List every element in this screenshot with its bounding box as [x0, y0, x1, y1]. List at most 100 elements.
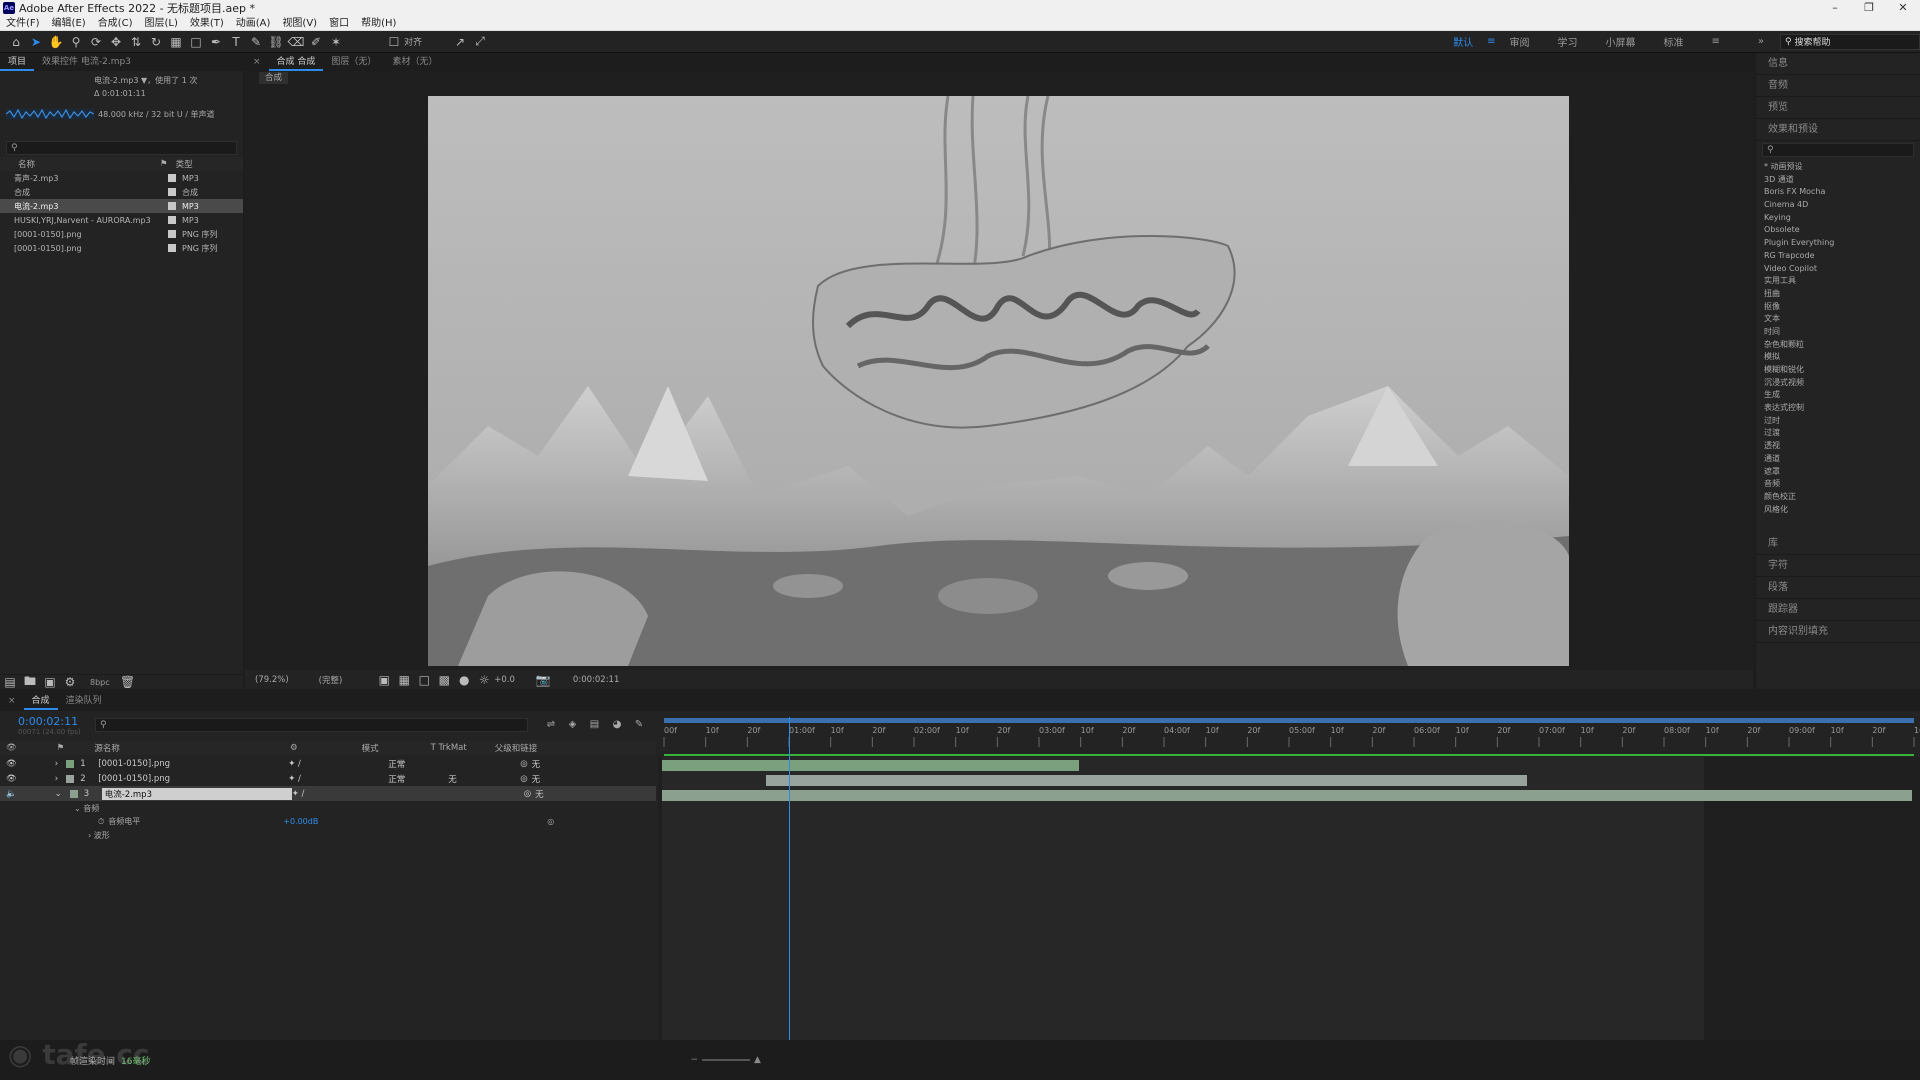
- parent-pickwhip-icon[interactable]: ◎: [524, 789, 531, 799]
- effect-category[interactable]: 通道: [1756, 453, 1920, 466]
- effect-category[interactable]: 3D 通道: [1756, 174, 1920, 187]
- effect-category[interactable]: Obsolete: [1756, 224, 1920, 237]
- tab-layer[interactable]: 图层（无）: [323, 53, 384, 71]
- viewer-timecode[interactable]: 0:00:02:11: [573, 675, 619, 685]
- motion-blur-icon[interactable]: ◕: [613, 719, 622, 730]
- more-workspaces-icon[interactable]: »: [1758, 36, 1764, 47]
- clone-stamp-tool-icon[interactable]: ⛓: [268, 34, 284, 50]
- property-value[interactable]: +0.00dB: [283, 817, 547, 826]
- column-name-header[interactable]: 名称: [18, 158, 158, 170]
- parent-pickwhip-icon[interactable]: ◎: [520, 774, 527, 784]
- layer-duration-bar[interactable]: [766, 775, 1527, 786]
- resolution-dropdown[interactable]: (完整): [319, 674, 343, 686]
- property-row-audio-levels[interactable]: ⏱ 音频电平 +0.00dB ◎: [98, 816, 554, 827]
- effect-category[interactable]: 杂色和颗粒: [1756, 339, 1920, 352]
- close-icon[interactable]: ✕: [1886, 0, 1920, 16]
- effect-category[interactable]: 表达式控制: [1756, 402, 1920, 415]
- new-composition-icon[interactable]: ▣: [42, 674, 58, 690]
- tab-project[interactable]: 项目: [0, 53, 35, 71]
- effect-category[interactable]: 时间: [1756, 326, 1920, 339]
- help-search-input[interactable]: ⚲ 搜索帮助: [1780, 33, 1920, 50]
- selection-tool-icon[interactable]: ➤: [28, 34, 44, 50]
- effect-category[interactable]: 风格化: [1756, 504, 1920, 517]
- layer-mode[interactable]: 正常: [388, 773, 448, 785]
- layer-name[interactable]: [0001-0150].png: [98, 774, 288, 784]
- time-ruler[interactable]: 00f 10f 20f 01:00f 10f 20f 02:00f 10f 20f 03:00f 1…: [658, 717, 1920, 757]
- layer-parent[interactable]: 无: [532, 758, 541, 770]
- roto-brush-tool-icon[interactable]: ✐: [308, 34, 324, 50]
- current-time-display[interactable]: 0:00:02:11: [18, 715, 78, 728]
- tab-close-icon[interactable]: ×: [245, 53, 269, 71]
- list-item[interactable]: [0001-0150].png PNG 序列: [0, 227, 243, 241]
- composition-canvas[interactable]: [428, 96, 1569, 666]
- restore-icon[interactable]: ❐: [1852, 0, 1886, 16]
- graph-editor-icon[interactable]: ✎: [635, 719, 643, 730]
- timeline-zoom-slider[interactable]: [702, 1059, 751, 1061]
- expand-icon[interactable]: ⤢: [472, 34, 488, 50]
- effect-category[interactable]: Video Copilot: [1756, 263, 1920, 276]
- column-source-name[interactable]: 源名称: [94, 742, 120, 754]
- timeline-search-input[interactable]: ⚲: [95, 718, 528, 732]
- rotate-tool-icon[interactable]: ↻: [148, 34, 164, 50]
- hand-tool-icon[interactable]: ✋: [48, 34, 64, 50]
- mask-icon[interactable]: □: [416, 672, 432, 688]
- zoom-in-icon[interactable]: ▲: [754, 1055, 761, 1065]
- layer-label-swatch[interactable]: [66, 759, 75, 768]
- panel-preview[interactable]: 预览: [1756, 97, 1920, 119]
- workspace-small-screen[interactable]: 小屏幕: [1605, 34, 1635, 49]
- layer-duration-bar[interactable]: [662, 760, 1079, 771]
- work-area-bar[interactable]: [664, 718, 1914, 723]
- workspace-review[interactable]: 审阅: [1509, 34, 1529, 49]
- menu-edit[interactable]: 编辑(E): [46, 16, 92, 31]
- layer-switches[interactable]: ✦ ∕: [292, 789, 392, 799]
- audio-speaker-icon[interactable]: 🔈: [6, 789, 17, 799]
- menu-effect[interactable]: 效果(T): [184, 16, 230, 31]
- tab-effect-controls[interactable]: 效果控件 电流-2.mp3: [34, 53, 139, 71]
- playhead[interactable]: [789, 717, 790, 1047]
- visibility-eye-icon[interactable]: 👁: [6, 774, 17, 784]
- layer-switches[interactable]: ✦ ∕: [288, 759, 388, 769]
- list-item[interactable]: 合成 合成: [0, 185, 243, 199]
- effect-category[interactable]: Plugin Everything: [1756, 237, 1920, 250]
- effect-category[interactable]: 扭曲: [1756, 288, 1920, 301]
- menu-file[interactable]: 文件(F): [0, 16, 46, 31]
- eraser-tool-icon[interactable]: ⌫: [288, 34, 305, 50]
- zoom-out-icon[interactable]: −: [690, 1055, 698, 1065]
- effect-category[interactable]: 文本: [1756, 313, 1920, 326]
- frame-blending-icon[interactable]: ▤: [590, 719, 599, 730]
- expand-arrow-icon[interactable]: ›: [55, 759, 58, 769]
- pan-behind-tool-icon[interactable]: ▦: [168, 34, 184, 50]
- layer-label-swatch[interactable]: [69, 789, 78, 798]
- layer-row[interactable]: 👁 › 2 [0001-0150].png ✦ ∕ 正常 无 ◎ 无: [0, 771, 656, 786]
- panel-paragraph[interactable]: 段落: [1756, 577, 1920, 599]
- minimize-icon[interactable]: –: [1818, 0, 1852, 16]
- list-item[interactable]: 青声-2.mp3 MP3: [0, 171, 243, 185]
- effect-category[interactable]: 过渡: [1756, 427, 1920, 440]
- workspace-standard[interactable]: 标准: [1663, 34, 1683, 49]
- workspace-default[interactable]: 默认: [1453, 34, 1473, 49]
- pan-tool-icon[interactable]: ✥: [108, 34, 124, 50]
- link-icon[interactable]: ◎: [547, 817, 554, 826]
- effects-search-input[interactable]: ⚲: [1762, 143, 1914, 157]
- grid-icon[interactable]: ▦: [396, 672, 412, 688]
- property-group-audio[interactable]: ⌄ 音频: [74, 803, 99, 814]
- list-item[interactable]: [0001-0150].png PNG 序列: [0, 241, 243, 255]
- effect-category[interactable]: 遮罩: [1756, 466, 1920, 479]
- new-folder-icon[interactable]: 🖿: [22, 674, 38, 690]
- expand-arrow-icon[interactable]: ⌄: [55, 789, 62, 799]
- timeline-track-area[interactable]: 00f 10f 20f 01:00f 10f 20f 02:00f 10f 20f 03:00f 1…: [658, 717, 1920, 1047]
- project-search-input[interactable]: ⚲: [6, 141, 237, 155]
- exposure-value[interactable]: +0.0: [494, 675, 515, 685]
- dolly-tool-icon[interactable]: ⇅: [128, 34, 144, 50]
- tab-timeline-comp[interactable]: 合成: [23, 692, 58, 710]
- effect-category[interactable]: Boris FX Mocha: [1756, 186, 1920, 199]
- effect-category[interactable]: Keying: [1756, 212, 1920, 225]
- brush-tool-icon[interactable]: ✎: [248, 34, 264, 50]
- effect-category[interactable]: 音频: [1756, 478, 1920, 491]
- effect-category[interactable]: 沉浸式视频: [1756, 377, 1920, 390]
- menu-view[interactable]: 视图(V): [276, 16, 323, 31]
- comp-flowchart-icon[interactable]: ⇌: [547, 719, 555, 730]
- project-settings-icon[interactable]: ⚙: [62, 674, 78, 690]
- effect-category[interactable]: Cinema 4D: [1756, 199, 1920, 212]
- layer-parent[interactable]: 无: [532, 773, 541, 785]
